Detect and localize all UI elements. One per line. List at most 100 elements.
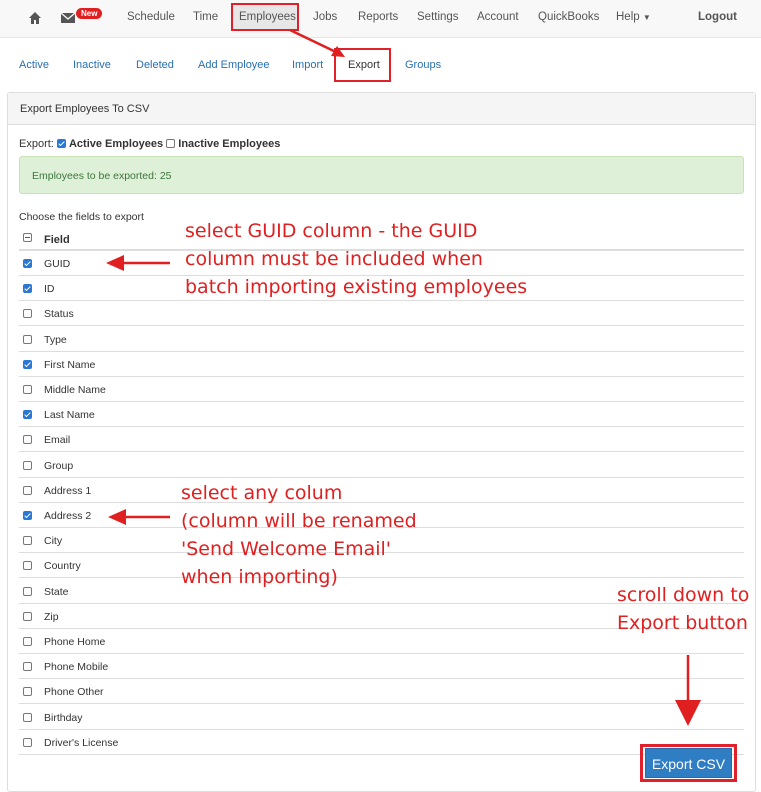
field-checkbox[interactable] — [23, 259, 32, 268]
field-column-header: Field — [44, 234, 70, 246]
subnav-deleted[interactable]: Deleted — [136, 59, 174, 71]
field-checkbox[interactable] — [23, 712, 32, 722]
annotation-guid: select GUID column - the GUID column mus… — [185, 217, 527, 301]
select-all-toggle[interactable] — [23, 233, 32, 242]
field-row: Status — [19, 301, 744, 327]
subnav-import[interactable]: Import — [292, 59, 323, 71]
field-checkbox[interactable] — [23, 334, 32, 344]
field-checkbox[interactable] — [23, 737, 32, 747]
export-filter-row: Export: Active Employees Inactive Employ… — [19, 138, 280, 150]
field-label: Zip — [44, 610, 59, 623]
field-label: Status — [44, 308, 74, 321]
field-checkbox[interactable] — [23, 284, 32, 294]
field-label: Birthday — [44, 711, 83, 724]
field-label: Middle Name — [44, 384, 106, 396]
nav-jobs[interactable]: Jobs — [313, 11, 337, 23]
annotation-guid-line: batch importing existing employees — [185, 276, 528, 298]
inactive-employees-label: Inactive Employees — [178, 138, 281, 150]
field-label: Type — [44, 333, 67, 346]
field-checkbox[interactable] — [23, 385, 32, 394]
field-row: Driver's License — [19, 730, 744, 755]
annotation-address: select any colum (column will be renamed… — [181, 479, 417, 591]
field-checkbox[interactable] — [23, 460, 32, 470]
field-checkbox[interactable] — [23, 536, 32, 546]
field-row: Phone Other — [19, 679, 744, 705]
annotation-scroll: scroll down to Export button — [617, 581, 749, 637]
field-label: Group — [44, 459, 74, 472]
field-checkbox[interactable] — [23, 611, 32, 621]
field-checkbox[interactable] — [23, 309, 32, 319]
nav-schedule[interactable]: Schedule — [127, 11, 175, 23]
annotation-address-line: when importing) — [181, 566, 338, 588]
field-label: GUID — [44, 258, 71, 270]
field-row: Birthday — [19, 705, 744, 730]
annotation-guid-line: select GUID column - the GUID — [185, 220, 478, 242]
annotation-address-line: 'Send Welcome Email' — [181, 538, 392, 560]
annotation-scroll-line: Export button — [617, 612, 748, 634]
field-checkbox[interactable] — [23, 561, 32, 571]
export-highlight-box — [334, 48, 391, 82]
field-row: Type — [19, 327, 744, 352]
field-checkbox[interactable] — [23, 435, 32, 445]
nav-quickbooks[interactable]: QuickBooks — [538, 11, 599, 23]
inactive-employees-checkbox[interactable] — [166, 139, 176, 148]
nav-reports[interactable]: Reports — [358, 11, 398, 23]
panel-title: Export Employees To CSV — [20, 103, 150, 115]
subnav-groups[interactable]: Groups — [405, 59, 441, 71]
field-checkbox[interactable] — [23, 637, 32, 646]
active-employees-checkbox[interactable] — [56, 139, 66, 148]
field-label: Country — [44, 560, 81, 573]
nav-help-label: Help — [616, 11, 640, 23]
field-row: Last Name — [19, 402, 744, 428]
subnav-add-employee[interactable]: Add Employee — [198, 59, 270, 71]
caret-down-icon: ▼ — [642, 13, 651, 22]
field-checkbox[interactable] — [23, 485, 32, 495]
field-label: City — [44, 535, 63, 548]
nav-time[interactable]: Time — [193, 11, 218, 23]
field-label: Last Name — [44, 409, 95, 422]
new-badge: New — [76, 8, 103, 19]
field-label: ID — [44, 283, 55, 296]
field-row: Group — [19, 453, 744, 478]
choose-fields-label: Choose the fields to export — [19, 211, 144, 223]
field-checkbox[interactable] — [23, 687, 32, 697]
logout-link[interactable]: Logout — [698, 11, 737, 23]
export-label: Export: — [19, 138, 54, 150]
annotation-address-line: (column will be renamed — [181, 510, 417, 532]
panel-header: Export Employees To CSV — [8, 93, 755, 125]
home-icon[interactable] — [28, 11, 42, 25]
subnav-active[interactable]: Active — [19, 59, 49, 71]
field-label: Phone Home — [44, 636, 106, 648]
field-row: Email — [19, 427, 744, 453]
nav-settings[interactable]: Settings — [417, 11, 459, 23]
field-label: First Name — [44, 358, 96, 371]
field-checkbox[interactable] — [23, 359, 32, 369]
field-label: Phone Mobile — [44, 661, 109, 674]
field-label: Email — [44, 434, 71, 447]
field-label: Address 1 — [44, 484, 92, 497]
nav-employees[interactable]: Employees — [239, 11, 296, 23]
field-checkbox[interactable] — [23, 662, 32, 672]
field-checkbox[interactable] — [23, 511, 32, 520]
field-label: Driver's License — [44, 736, 119, 749]
mail-icon[interactable] — [61, 13, 75, 23]
field-row: Phone Mobile — [19, 654, 744, 680]
annotation-address-line: select any colum — [181, 482, 343, 504]
subnav-inactive[interactable]: Inactive — [73, 59, 111, 71]
nav-help[interactable]: Help ▼ — [616, 11, 651, 23]
field-checkbox[interactable] — [23, 586, 32, 596]
export-count-alert: Employees to be exported: 25 — [19, 156, 744, 194]
field-label: Phone Other — [44, 686, 104, 699]
annotation-scroll-line: scroll down to — [617, 584, 750, 606]
field-label: Address 2 — [44, 510, 92, 522]
field-row: First Name — [19, 352, 744, 377]
field-checkbox[interactable] — [23, 410, 32, 420]
active-employees-label: Active Employees — [68, 138, 164, 150]
nav-account[interactable]: Account — [477, 11, 519, 23]
top-nav: New Schedule Time Employees Jobs Reports… — [0, 0, 761, 38]
annotation-guid-line: column must be included when — [185, 248, 483, 270]
field-row: Middle Name — [19, 377, 744, 402]
export-count-text: Employees to be exported: 25 — [32, 170, 172, 182]
export-csv-button[interactable]: Export CSV — [645, 748, 732, 778]
field-label: State — [44, 585, 69, 598]
